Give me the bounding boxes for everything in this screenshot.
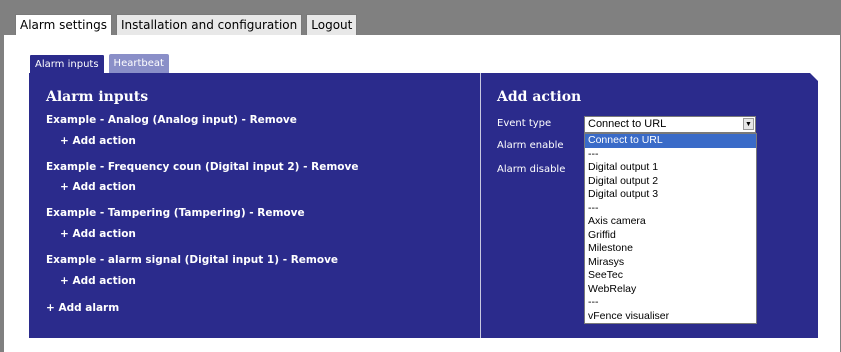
- alarm-enable-label: Alarm enable: [497, 140, 564, 151]
- option-mirasys[interactable]: Mirasys: [585, 256, 756, 270]
- option-griffid[interactable]: Griffid: [585, 229, 756, 243]
- option-vfence-visualiser[interactable]: vFence visualiser: [585, 310, 756, 324]
- tab-logout[interactable]: Logout: [306, 14, 358, 36]
- alarm-item-analog[interactable]: Example - Analog (Analog input) - Remove: [46, 114, 297, 126]
- option-digital-output-3[interactable]: Digital output 3: [585, 188, 756, 202]
- alarm-item-frequency[interactable]: Example - Frequency coun (Digital input …: [46, 161, 358, 173]
- option-axis-camera[interactable]: Axis camera: [585, 215, 756, 229]
- option-separator: ---: [588, 147, 599, 160]
- add-action-link[interactable]: + Add action: [60, 135, 136, 147]
- option-separator: ---: [588, 296, 599, 308]
- option-seetec[interactable]: SeeTec: [585, 269, 756, 283]
- add-action-title: Add action: [497, 89, 582, 105]
- alarm-item-tampering[interactable]: Example - Tampering (Tampering) - Remove: [46, 207, 305, 219]
- option-milestone[interactable]: Milestone: [585, 242, 756, 256]
- option-webrelay[interactable]: WebRelay: [585, 283, 756, 297]
- sub-tab-bar: Alarm inputs Heartbeat: [29, 54, 173, 75]
- column-divider: [480, 73, 481, 338]
- add-action-link[interactable]: + Add action: [60, 228, 136, 240]
- event-type-select[interactable]: Connect to URL ▼: [584, 116, 756, 133]
- option-separator: ---: [588, 201, 599, 214]
- option-digital-output-1[interactable]: Digital output 1: [585, 161, 756, 175]
- subtab-heartbeat[interactable]: Heartbeat: [108, 54, 169, 74]
- add-action-link[interactable]: + Add action: [60, 275, 136, 287]
- add-alarm-link[interactable]: + Add alarm: [46, 302, 119, 314]
- alarm-item-signal[interactable]: Example - alarm signal (Digital input 1)…: [46, 254, 338, 266]
- alarm-inputs-title: Alarm inputs: [46, 89, 149, 105]
- subtab-alarm-inputs[interactable]: Alarm inputs: [29, 54, 105, 75]
- option-connect-to-url[interactable]: Connect to URL: [585, 134, 756, 148]
- chevron-down-icon[interactable]: ▼: [743, 118, 754, 130]
- event-type-value: Connect to URL: [588, 118, 667, 130]
- event-type-dropdown: Connect to URL --- Digital output 1 Digi…: [584, 133, 757, 324]
- tab-installation-configuration[interactable]: Installation and configuration: [115, 14, 303, 36]
- add-action-link[interactable]: + Add action: [60, 181, 136, 193]
- alarm-disable-label: Alarm disable: [497, 164, 566, 175]
- event-type-label: Event type: [497, 118, 552, 129]
- corner-notch: [810, 73, 818, 81]
- alarm-config-box: Alarm inputs Example - Analog (Analog in…: [29, 73, 818, 338]
- top-tab-bar: Alarm settings Installation and configur…: [15, 14, 361, 38]
- option-digital-output-2[interactable]: Digital output 2: [585, 175, 756, 189]
